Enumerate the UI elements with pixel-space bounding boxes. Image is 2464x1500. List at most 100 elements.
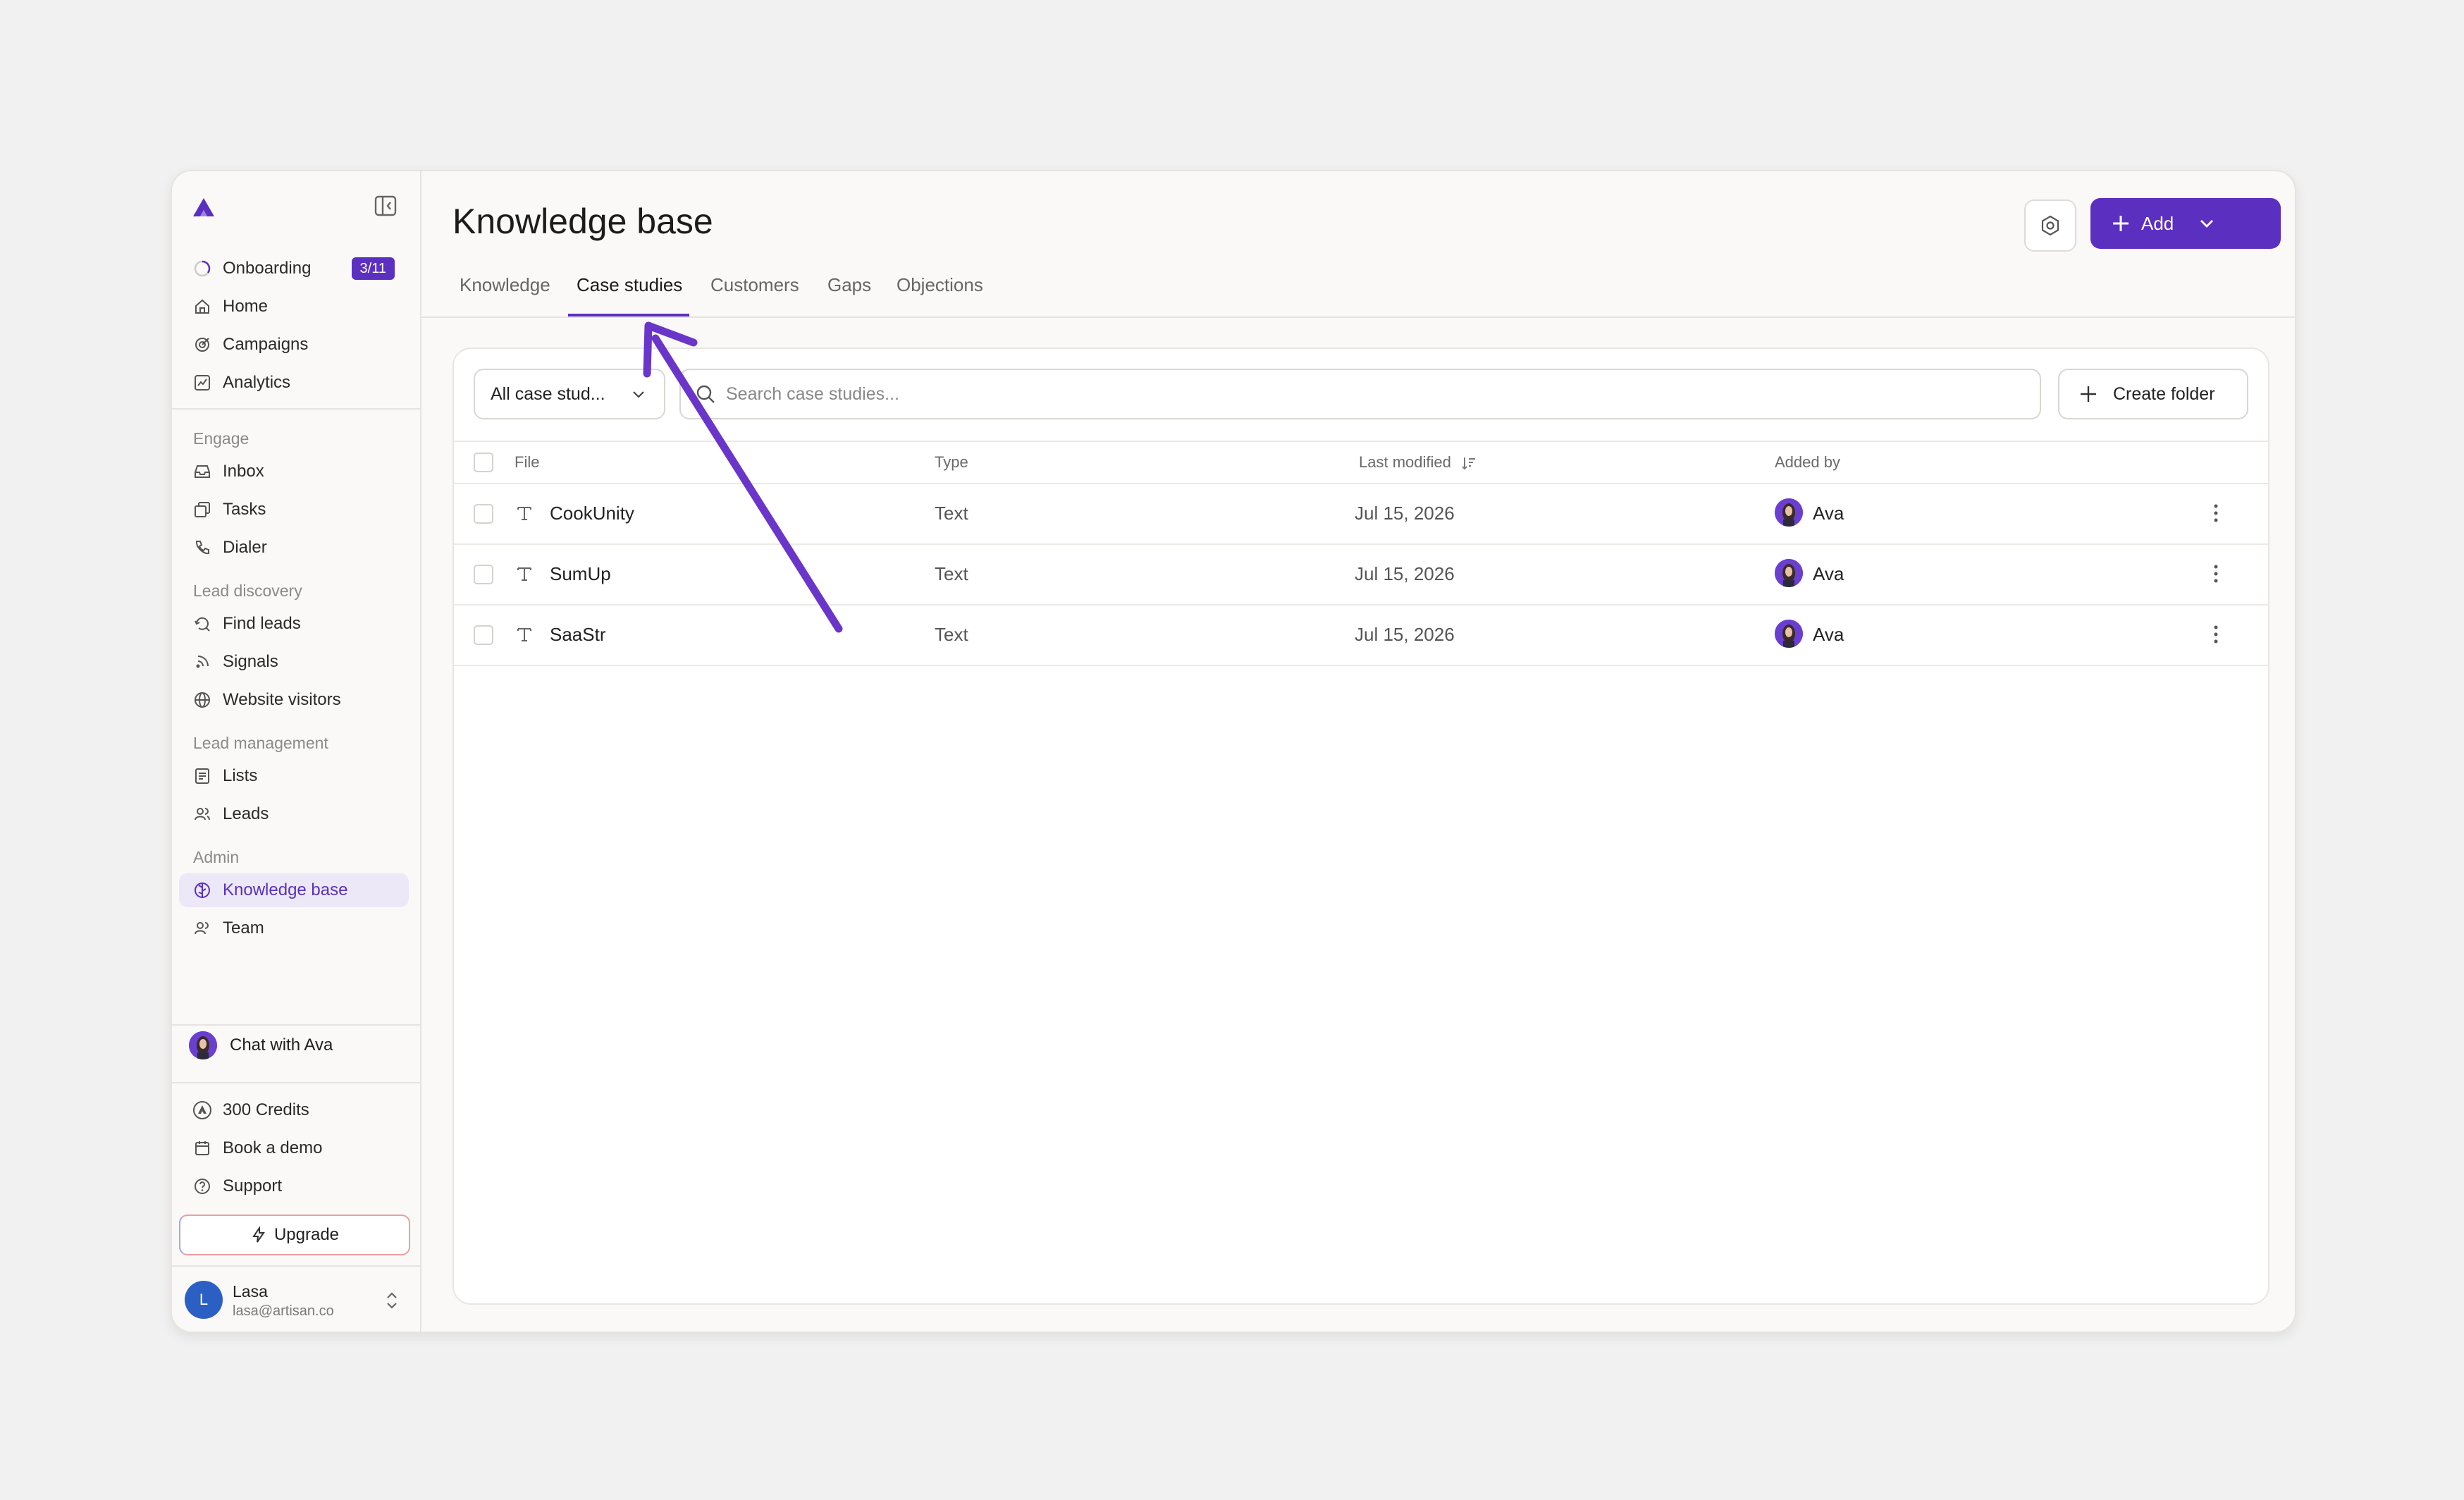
sidebar-item-inbox[interactable]: Inbox bbox=[179, 455, 409, 488]
help-icon bbox=[192, 1176, 213, 1197]
sidebar-item-tasks[interactable]: Tasks bbox=[179, 493, 409, 527]
sidebar-item-team[interactable]: Team bbox=[179, 911, 409, 945]
more-options-icon[interactable] bbox=[2209, 562, 2223, 586]
search-refresh-icon bbox=[192, 613, 213, 634]
added-by: Ava bbox=[1813, 624, 1844, 645]
section-label-engage: Engage bbox=[193, 429, 250, 448]
chevron-down-icon[interactable] bbox=[2198, 214, 2216, 233]
user-avatar: L bbox=[185, 1281, 223, 1319]
text-type-icon bbox=[517, 628, 531, 641]
plus-icon bbox=[2081, 386, 2096, 402]
sidebar-item-book-demo[interactable]: Book a demo bbox=[179, 1131, 409, 1165]
sidebar-divider bbox=[172, 1082, 420, 1083]
table-row[interactable]: SumUp Text Jul 15, 2026 Ava bbox=[454, 543, 2268, 605]
added-by: Ava bbox=[1813, 563, 1844, 584]
select-all-checkbox[interactable] bbox=[474, 453, 493, 472]
sidebar-item-campaigns[interactable]: Campaigns bbox=[179, 328, 409, 362]
last-modified: Jul 15, 2026 bbox=[1355, 563, 1455, 584]
users-icon bbox=[192, 804, 213, 825]
add-button[interactable]: Add bbox=[2090, 198, 2281, 249]
text-type-icon bbox=[517, 507, 531, 520]
sidebar-item-label: Knowledge base bbox=[223, 880, 348, 899]
column-header-added-by[interactable]: Added by bbox=[1775, 453, 1840, 472]
file-name[interactable]: SumUp bbox=[550, 563, 611, 585]
ava-avatar bbox=[1775, 498, 1803, 527]
chevron-down-icon bbox=[633, 391, 644, 398]
more-options-icon[interactable] bbox=[2209, 622, 2223, 646]
tabs-divider bbox=[421, 316, 2295, 318]
sidebar-item-label: Find leads bbox=[223, 614, 301, 633]
user-account-menu[interactable]: L Lasa lasa@artisan.co bbox=[172, 1264, 420, 1332]
target-icon bbox=[192, 334, 213, 355]
onboarding-progress-badge: 3/11 bbox=[351, 257, 395, 280]
row-checkbox[interactable] bbox=[474, 625, 493, 645]
tab-customers[interactable]: Customers bbox=[710, 274, 799, 316]
column-header-file[interactable]: File bbox=[515, 453, 539, 472]
sidebar-item-label: Campaigns bbox=[223, 335, 309, 354]
file-type: Text bbox=[935, 624, 968, 645]
user-name: Lasa bbox=[233, 1282, 268, 1301]
create-folder-label: Create folder bbox=[2113, 383, 2215, 404]
search-box[interactable] bbox=[679, 369, 2041, 419]
search-input[interactable] bbox=[725, 383, 1996, 405]
ava-avatar bbox=[1775, 620, 1803, 648]
last-modified: Jul 15, 2026 bbox=[1355, 624, 1455, 645]
sidebar-item-label: Leads bbox=[223, 804, 269, 823]
chart-icon bbox=[192, 372, 213, 393]
sort-icon[interactable] bbox=[1461, 455, 1477, 471]
tab-case-studies[interactable]: Case studies bbox=[568, 274, 690, 316]
case-study-filter-select[interactable]: All case stud... bbox=[474, 369, 665, 419]
artisan-logo-icon[interactable] bbox=[192, 197, 216, 218]
credits-icon bbox=[192, 1100, 213, 1121]
sidebar-item-leads[interactable]: Leads bbox=[179, 797, 409, 831]
table-row[interactable]: SaaStr Text Jul 15, 2026 Ava bbox=[454, 604, 2268, 666]
chat-label: Chat with Ava bbox=[230, 1035, 333, 1055]
table-row[interactable]: CookUnity Text Jul 15, 2026 Ava bbox=[454, 483, 2268, 545]
sidebar-item-signals[interactable]: Signals bbox=[179, 645, 409, 679]
tab-knowledge[interactable]: Knowledge bbox=[460, 274, 550, 316]
calendar-icon bbox=[192, 1138, 213, 1159]
sidebar-item-dialer[interactable]: Dialer bbox=[179, 531, 409, 565]
sidebar-item-support[interactable]: Support bbox=[179, 1169, 409, 1203]
upgrade-button[interactable]: Upgrade bbox=[179, 1215, 410, 1255]
file-type: Text bbox=[935, 563, 968, 584]
sidebar-item-label: Website visitors bbox=[223, 690, 341, 709]
sidebar-toggle-icon[interactable] bbox=[374, 194, 398, 218]
file-type: Text bbox=[935, 503, 968, 524]
sidebar-item-home[interactable]: Home bbox=[179, 290, 409, 324]
sidebar-item-label: Onboarding bbox=[223, 259, 312, 278]
sidebar-item-lists[interactable]: Lists bbox=[179, 759, 409, 793]
more-options-icon[interactable] bbox=[2209, 501, 2223, 525]
user-email: lasa@artisan.co bbox=[233, 1303, 334, 1319]
row-checkbox[interactable] bbox=[474, 504, 493, 524]
sidebar-item-website-visitors[interactable]: Website visitors bbox=[179, 683, 409, 717]
globe-icon bbox=[192, 689, 213, 711]
tab-gaps[interactable]: Gaps bbox=[827, 274, 871, 316]
column-header-type[interactable]: Type bbox=[935, 453, 968, 472]
brain-icon bbox=[192, 880, 213, 901]
section-label-lead-management: Lead management bbox=[193, 734, 328, 752]
added-by: Ava bbox=[1813, 503, 1844, 524]
sidebar-item-find-leads[interactable]: Find leads bbox=[179, 607, 409, 641]
column-header-last-modified[interactable]: Last modified bbox=[1359, 453, 1477, 472]
file-name[interactable]: SaaStr bbox=[550, 624, 606, 646]
table-header: File Type Last modified Added by bbox=[454, 441, 2268, 484]
sidebar-item-onboarding[interactable]: Onboarding 3/11 bbox=[179, 252, 409, 285]
signal-icon bbox=[192, 651, 213, 672]
tab-objections[interactable]: Objections bbox=[897, 274, 983, 316]
create-folder-button[interactable]: Create folder bbox=[2058, 369, 2248, 419]
sidebar-item-label: Team bbox=[223, 918, 264, 938]
upgrade-label: Upgrade bbox=[273, 1225, 340, 1244]
sidebar-item-analytics[interactable]: Analytics bbox=[179, 366, 409, 400]
chat-with-ava-button[interactable]: Chat with Ava bbox=[179, 1026, 409, 1065]
sidebar-item-label: Support bbox=[223, 1176, 283, 1195]
sidebar-item-credits[interactable]: 300 Credits bbox=[179, 1093, 409, 1127]
team-icon bbox=[192, 918, 213, 939]
file-name[interactable]: CookUnity bbox=[550, 503, 634, 524]
sidebar-item-label: Home bbox=[223, 297, 269, 316]
sidebar-item-knowledge-base[interactable]: Knowledge base bbox=[179, 873, 409, 907]
sidebar-item-label: Dialer bbox=[223, 538, 267, 557]
section-label-lead-discovery: Lead discovery bbox=[193, 582, 302, 600]
settings-button[interactable] bbox=[2024, 199, 2076, 252]
row-checkbox[interactable] bbox=[474, 565, 493, 584]
